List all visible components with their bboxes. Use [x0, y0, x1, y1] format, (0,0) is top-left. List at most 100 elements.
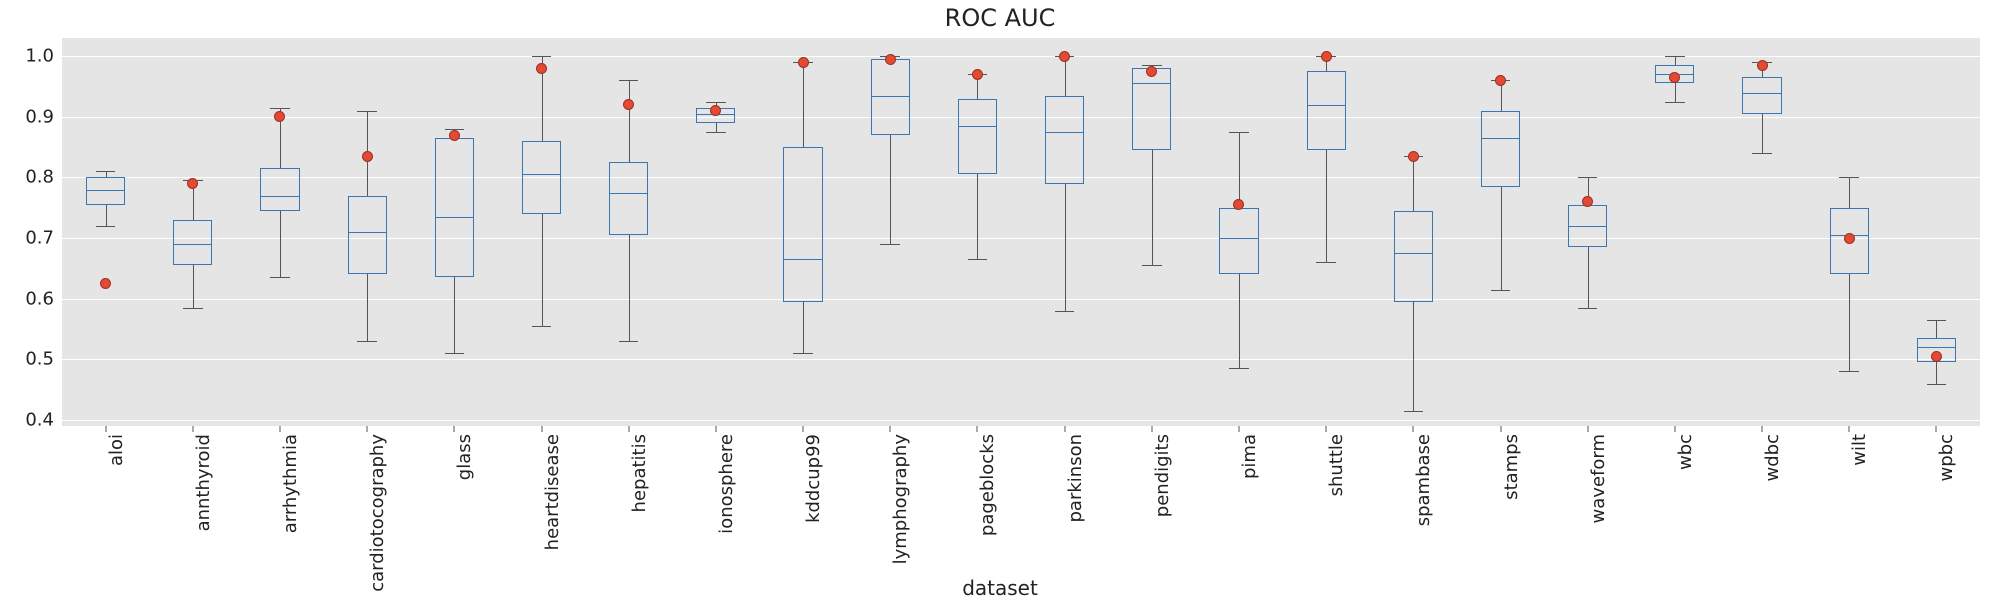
median-line [1307, 105, 1346, 106]
marker-dot [798, 57, 809, 68]
whisker [1588, 247, 1589, 308]
median-line [1742, 93, 1781, 94]
whisker [1413, 156, 1414, 211]
marker-dot [362, 151, 373, 162]
whisker-cap [1055, 311, 1075, 312]
whisker-cap [1404, 411, 1424, 412]
whisker [193, 265, 194, 307]
whisker [1762, 114, 1763, 153]
whisker-cap [793, 353, 813, 354]
whisker [1065, 184, 1066, 311]
median-line [1219, 238, 1258, 239]
whisker-cap [1578, 308, 1598, 309]
xtick [1936, 426, 1937, 432]
whisker [1152, 150, 1153, 265]
whisker-cap [445, 353, 465, 354]
box [1742, 77, 1781, 113]
whisker [716, 123, 717, 132]
x-axis-label: dataset [0, 576, 2000, 595]
whisker-cap [1316, 262, 1336, 263]
whisker [977, 174, 978, 259]
whisker-cap [357, 111, 377, 112]
whisker [629, 235, 630, 341]
median-line [1917, 347, 1956, 348]
marker-dot [1495, 75, 1506, 86]
median-line [348, 232, 387, 233]
whisker-cap [1927, 320, 1947, 321]
whisker [1849, 177, 1850, 207]
marker-dot [1408, 151, 1419, 162]
whisker-cap [1839, 371, 1859, 372]
whisker-cap [1142, 265, 1162, 266]
ytick-label: 0.4 [25, 409, 54, 430]
whisker [1065, 56, 1066, 95]
xtick [279, 426, 280, 432]
marker-dot [972, 69, 983, 80]
whisker-cap [1229, 132, 1249, 133]
marker-dot [187, 178, 198, 189]
box [260, 168, 299, 210]
median-line [1045, 132, 1084, 133]
marker-dot [274, 111, 285, 122]
box [173, 220, 212, 265]
xtick [715, 426, 716, 432]
median-line [522, 174, 561, 175]
xtick [977, 426, 978, 432]
box [609, 162, 648, 235]
box [871, 59, 910, 135]
gridline [62, 177, 1980, 178]
whisker [1501, 187, 1502, 290]
whisker [454, 277, 455, 353]
whisker-cap [532, 326, 552, 327]
whisker-cap [532, 56, 552, 57]
ytick-label: 0.8 [25, 167, 54, 188]
whisker [1936, 320, 1937, 338]
whisker-cap [270, 108, 290, 109]
box [783, 147, 822, 302]
box [958, 99, 997, 175]
gridline [62, 359, 1980, 360]
median-line [871, 96, 910, 97]
whisker-cap [1839, 177, 1859, 178]
marker-dot [1757, 60, 1768, 71]
whisker [1239, 132, 1240, 208]
whisker-cap [619, 341, 639, 342]
median-line [783, 259, 822, 260]
marker-dot [1931, 351, 1942, 362]
median-line [958, 126, 997, 127]
median-line [86, 190, 125, 191]
box [86, 177, 125, 204]
whisker-cap [1578, 177, 1598, 178]
whisker [1326, 150, 1327, 262]
marker-dot [100, 278, 111, 289]
whisker-cap [880, 244, 900, 245]
median-line [173, 244, 212, 245]
xtick [1413, 426, 1414, 432]
box [1481, 111, 1520, 187]
whisker-cap [706, 102, 726, 103]
xtick [1238, 426, 1239, 432]
box [1307, 71, 1346, 150]
box [1219, 208, 1258, 275]
xtick [1151, 426, 1152, 432]
axes: 0.40.50.60.70.80.91.0aloiannthyroidarrhy… [62, 38, 1980, 426]
whisker [1675, 83, 1676, 101]
whisker [367, 274, 368, 341]
whisker [1936, 362, 1937, 383]
whisker [1413, 302, 1414, 411]
whisker [542, 214, 543, 326]
chart-title: ROC AUC [0, 4, 2000, 32]
marker-dot [1059, 51, 1070, 62]
xtick [1762, 426, 1763, 432]
marker-dot [1844, 233, 1855, 244]
xtick [541, 426, 542, 432]
median-line [609, 193, 648, 194]
xtick [1674, 426, 1675, 432]
median-line [1568, 226, 1607, 227]
figure: ROC AUC 0.40.50.60.70.80.91.0aloiannthyr… [0, 0, 2000, 599]
whisker [280, 211, 281, 278]
marker-dot [1321, 51, 1332, 62]
median-line [1132, 83, 1171, 84]
marker-dot [449, 130, 460, 141]
gridline [62, 420, 1980, 421]
